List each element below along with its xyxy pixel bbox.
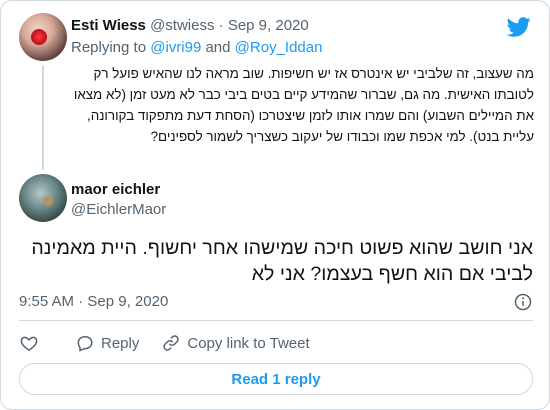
replying-to-line: Replying to @ivri99 and @Roy_Iddan	[71, 39, 322, 56]
like-button[interactable]	[19, 333, 39, 353]
tweet-actions: Reply Copy link to Tweet	[19, 332, 310, 354]
copy-link-label[interactable]: Copy link to Tweet	[187, 335, 309, 352]
avatar[interactable]	[19, 174, 67, 222]
replying-to-label: Replying to	[71, 39, 147, 56]
read-replies-label[interactable]: Read 1 reply	[231, 371, 320, 388]
avatar-detail	[43, 196, 53, 206]
read-replies-button[interactable]: Read 1 reply	[19, 363, 533, 395]
divider	[19, 320, 533, 321]
thread-connector-line	[42, 65, 44, 170]
tweet-card: Esti Wiess @stwiess · Sep 9, 2020 Replyi…	[0, 0, 550, 410]
reply-button[interactable]: Reply	[75, 333, 139, 353]
author-name[interactable]: maor eichler	[71, 181, 160, 198]
reply-label[interactable]: Reply	[101, 335, 139, 352]
separator-dot: ·	[78, 293, 84, 310]
avatar-rose-detail	[31, 29, 47, 45]
info-icon[interactable]	[514, 293, 532, 311]
mention-link[interactable]: @Roy_Iddan	[235, 39, 323, 56]
tweet-text: אני חושב שהוא פשוט חיכה שמישהו אחר יחשוף…	[31, 237, 533, 285]
copy-link-button[interactable]: Copy link to Tweet	[161, 333, 310, 353]
author-handle[interactable]: @stwiess	[150, 17, 214, 34]
separator-dot: ·	[218, 17, 224, 34]
reply-bubble-icon	[77, 336, 93, 352]
mention-link[interactable]: @ivri99	[150, 39, 201, 56]
tweet-date[interactable]: Sep 9, 2020	[228, 17, 309, 34]
tweet-time[interactable]: 9:55 AM	[19, 293, 74, 310]
author-handle[interactable]: @EichlerMaor	[71, 201, 166, 218]
twitter-bird-icon[interactable]	[507, 15, 531, 39]
replying-to-joiner: and	[205, 39, 231, 56]
heart-icon	[20, 336, 38, 351]
avatar[interactable]	[19, 13, 67, 61]
parent-tweet-text: מה שעצוב, זה שלביבי יש אינטרס אז יש חשיפ…	[73, 66, 534, 144]
link-icon	[163, 335, 180, 351]
tweet-timestamp[interactable]: 9:55 AM · Sep 9, 2020	[19, 293, 168, 310]
author-name[interactable]: Esti Wiess	[71, 17, 146, 34]
tweet-date[interactable]: Sep 9, 2020	[87, 293, 168, 310]
parent-tweet-header: Esti Wiess @stwiess · Sep 9, 2020	[71, 17, 309, 34]
